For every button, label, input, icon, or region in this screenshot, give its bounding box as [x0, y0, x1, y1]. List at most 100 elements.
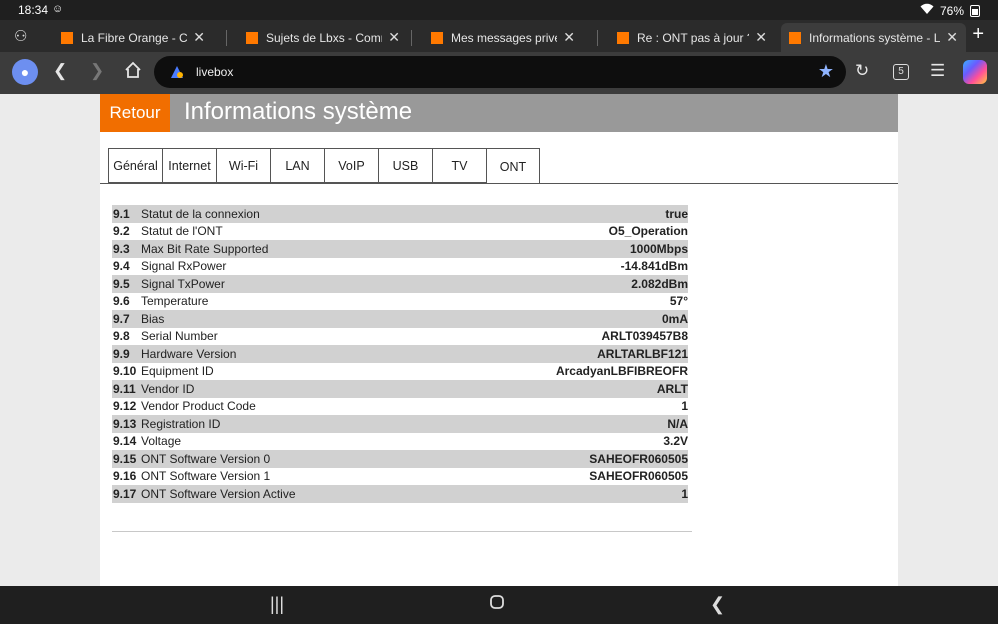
table-row: 9.10 Equipment ID ArcadyanLBFIBREOFR: [112, 363, 688, 381]
row-label: Hardware Version: [141, 346, 237, 361]
row-value: O5_Operation: [608, 224, 688, 239]
browser-tab[interactable]: Sujets de Lbxs - Communauté ✕: [238, 23, 408, 52]
home-button-icon[interactable]: [489, 594, 505, 615]
close-icon[interactable]: ✕: [563, 29, 575, 46]
tab-wifi[interactable]: Wi-Fi: [216, 148, 270, 183]
row-value: -14.841dBm: [620, 259, 688, 274]
status-time: 18:34: [18, 3, 49, 17]
table-row: 9.17 ONT Software Version Active 1: [112, 485, 688, 503]
row-label: Vendor ID: [141, 381, 195, 396]
row-number: 9.17: [113, 486, 137, 501]
row-number: 9.11: [113, 381, 136, 396]
tab-lan[interactable]: LAN: [270, 148, 324, 183]
row-label: ONT Software Version 1: [141, 469, 271, 484]
status-bar: 18:34 ☺ 76%: [0, 0, 998, 20]
wifi-icon: [920, 3, 934, 18]
table-row: 9.8 Serial Number ARLT039457B8: [112, 328, 688, 346]
close-icon[interactable]: ✕: [193, 29, 205, 46]
tab-strip: ⚇ La Fibre Orange - Communauté Orange ✕ …: [0, 20, 998, 52]
table-row: 9.3 Max Bit Rate Supported 1000Mbps: [112, 240, 688, 258]
row-number: 9.12: [113, 399, 137, 414]
orange-favicon-icon: [431, 31, 443, 44]
section-tabs: Général Internet Wi-Fi LAN VoIP USB TV O…: [108, 148, 540, 184]
row-number: 9.14: [113, 434, 137, 449]
tab-internet[interactable]: Internet: [162, 148, 216, 183]
notification-icon: ☺: [52, 3, 64, 15]
row-label: Bias: [141, 311, 165, 326]
home-icon[interactable]: [124, 61, 142, 84]
system-nav-bar: ||| ❮: [0, 586, 998, 624]
battery-percent: 76%: [939, 3, 964, 18]
row-label: Registration ID: [141, 416, 221, 431]
row-value: ArcadyanLBFIBREOFR: [555, 364, 688, 379]
tabs-underline: [100, 183, 898, 184]
browser-tab[interactable]: La Fibre Orange - Communauté Orange ✕: [53, 23, 213, 52]
row-value: ARLTARLBF121: [597, 346, 688, 361]
row-number: 9.10: [113, 364, 137, 379]
tab-group-icon[interactable]: ⚇: [14, 27, 27, 45]
orange-favicon-icon: [61, 31, 73, 44]
tab-usb[interactable]: USB: [378, 148, 432, 183]
url-text: livebox: [196, 65, 234, 79]
row-value: SAHEOFR060505: [589, 469, 688, 484]
row-label: ONT Software Version Active: [141, 486, 296, 501]
back-button[interactable]: Retour: [100, 94, 170, 132]
row-value: 57°: [669, 294, 688, 309]
tab-title: Re : ONT pas à jour ? - Communauté: [637, 30, 749, 45]
tab-divider: [597, 30, 598, 46]
site-security-icon: [170, 65, 184, 79]
row-number: 9.6: [113, 294, 130, 309]
table-row: 9.13 Registration ID N/A: [112, 415, 688, 433]
tab-count-icon[interactable]: 5: [893, 64, 909, 80]
table-row: 9.9 Hardware Version ARLTARLBF121: [112, 345, 688, 363]
row-number: 9.8: [113, 329, 130, 344]
browser-tab[interactable]: Re : ONT pas à jour ? - Communauté ✕: [609, 23, 775, 52]
orange-favicon-icon: [246, 31, 258, 44]
row-number: 9.15: [113, 451, 137, 466]
tab-divider: [226, 30, 227, 46]
row-label: Temperature: [141, 294, 209, 309]
row-value: 0mA: [661, 311, 688, 326]
row-number: 9.7: [113, 311, 130, 326]
copilot-icon[interactable]: [963, 60, 987, 84]
table-row: 9.12 Vendor Product Code 1: [112, 398, 688, 416]
table-row: 9.4 Signal RxPower -14.841dBm: [112, 258, 688, 276]
tab-ont[interactable]: ONT: [486, 148, 540, 184]
menu-icon[interactable]: ☰: [930, 61, 945, 81]
new-tab-icon[interactable]: +: [972, 23, 984, 46]
tab-title: La Fibre Orange - Communauté Orange: [81, 30, 188, 45]
close-icon[interactable]: ✕: [388, 29, 400, 46]
row-label: Equipment ID: [141, 364, 214, 379]
row-number: 9.13: [113, 416, 137, 431]
close-icon[interactable]: ✕: [946, 29, 958, 46]
browser-toolbar: ● ❮ ❯ livebox ★ ↻ 5 ☰: [0, 52, 998, 94]
status-right: 76%: [920, 3, 980, 18]
profile-avatar-icon[interactable]: ●: [12, 59, 38, 85]
row-value: N/A: [667, 416, 688, 431]
tab-tv[interactable]: TV: [432, 148, 486, 183]
back-arrow-icon[interactable]: ❮: [53, 61, 67, 81]
close-icon[interactable]: ✕: [755, 29, 767, 46]
browser-tab-active[interactable]: Informations système - Livebox ✕: [781, 23, 966, 52]
recent-apps-icon[interactable]: |||: [270, 594, 284, 615]
forward-arrow-icon[interactable]: ❯: [90, 61, 104, 81]
table-row: 9.1 Statut de la connexion true: [112, 205, 688, 223]
reload-icon[interactable]: ↻: [855, 61, 869, 81]
tab-general[interactable]: Général: [108, 148, 162, 183]
page-header: Retour Informations système: [100, 94, 898, 132]
row-value: ARLT039457B8: [601, 329, 688, 344]
row-label: ONT Software Version 0: [141, 451, 271, 466]
row-number: 9.2: [113, 224, 130, 239]
row-value: 2.082dBm: [631, 276, 688, 291]
row-label: Max Bit Rate Supported: [141, 241, 269, 256]
orange-favicon-icon: [617, 31, 629, 44]
bookmark-star-icon[interactable]: ★: [818, 61, 834, 82]
table-row: 9.6 Temperature 57°: [112, 293, 688, 311]
table-row: 9.15 ONT Software Version 0 SAHEOFR060505: [112, 450, 688, 468]
tab-title: Mes messages privés - Communauté: [451, 30, 557, 45]
tab-voip[interactable]: VoIP: [324, 148, 378, 183]
browser-tab[interactable]: Mes messages privés - Communauté ✕: [423, 23, 583, 52]
address-bar[interactable]: livebox ★: [154, 56, 846, 88]
row-label: Signal RxPower: [141, 259, 227, 274]
system-back-icon[interactable]: ❮: [710, 594, 725, 615]
